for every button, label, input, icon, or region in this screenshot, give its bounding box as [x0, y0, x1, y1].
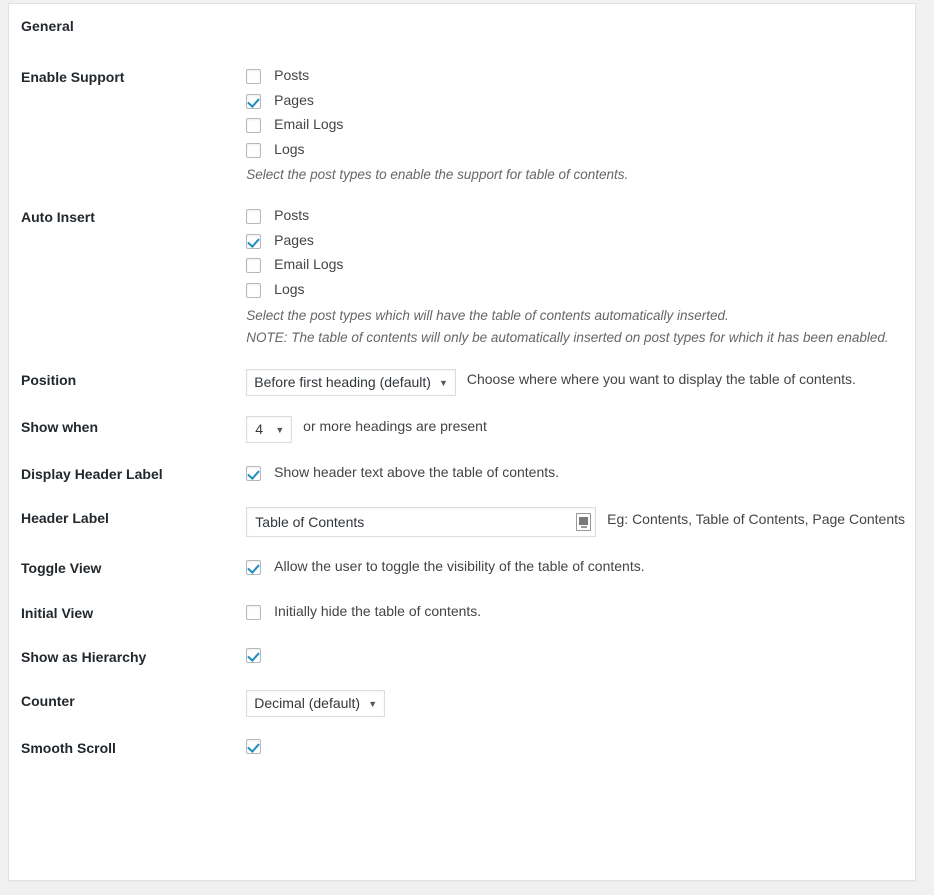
field-position: Before first heading (default) ▼ Choose …: [246, 359, 915, 406]
select-counter[interactable]: Decimal (default) ▼: [246, 689, 386, 717]
row-show-as-hierarchy: Show as Hierarchy: [9, 636, 915, 680]
label-show-when: Show when: [21, 418, 98, 435]
label-counter: Counter: [21, 692, 75, 709]
row-toggle-view: Toggle View Allow the user to toggle the…: [9, 547, 915, 592]
checkbox-row-auto-insert-logs[interactable]: Logs: [246, 280, 905, 301]
checkbox-row-enable-support-pages[interactable]: Pages: [246, 91, 905, 112]
checkbox-label-enable-support-logs: Logs: [274, 140, 305, 157]
checkbox-toggle-view[interactable]: [246, 560, 262, 576]
description-enable-support: Select the post types to enable the supp…: [246, 167, 629, 183]
field-toggle-view: Allow the user to toggle the visibility …: [246, 547, 915, 592]
general-settings-table: Enable Support Posts Pages Email Logs Lo…: [9, 56, 915, 770]
checkbox-row-enable-support-email-logs[interactable]: Email Logs: [246, 115, 905, 136]
checkbox-row-auto-insert-email-logs[interactable]: Email Logs: [246, 255, 905, 276]
checkbox-label-enable-support-email-logs: Email Logs: [274, 116, 344, 133]
row-auto-insert: Auto Insert Posts Pages Email Logs Logs …: [9, 196, 915, 358]
field-show-as-hierarchy: [246, 636, 915, 680]
chevron-down-icon: ▼: [439, 377, 448, 388]
select-position[interactable]: Before first heading (default) ▼: [246, 368, 456, 396]
chevron-down-icon: ▼: [368, 698, 378, 709]
checkbox-row-auto-insert-pages[interactable]: Pages: [246, 231, 905, 252]
field-display-header-label: Show header text above the table of cont…: [246, 453, 915, 498]
description-header-label: Eg: Contents, Table of Contents, Page Co…: [607, 510, 905, 527]
section-title-general: General: [21, 18, 74, 34]
checkbox-auto-insert-email-logs[interactable]: [246, 258, 262, 274]
checkbox-enable-support-email-logs[interactable]: [246, 118, 262, 134]
settings-panel: General Enable Support Posts Pages Email…: [8, 3, 916, 881]
description-show-when: or more headings are present: [303, 417, 487, 434]
note-auto-insert: NOTE: The table of contents will only be…: [246, 329, 889, 345]
header-label-input-wrapper: [246, 507, 597, 538]
label-show-as-hierarchy: Show as Hierarchy: [21, 649, 147, 666]
checkbox-label-display-header-label: Show header text above the table of cont…: [274, 463, 560, 480]
select-show-when-value: 4: [255, 420, 264, 437]
field-show-when: 4 ▼ or more headings are present: [246, 406, 915, 453]
select-counter-value: Decimal (default): [254, 694, 361, 711]
checkbox-initial-view[interactable]: [246, 604, 262, 620]
field-enable-support: Posts Pages Email Logs Logs Select the p…: [246, 56, 915, 196]
checkbox-row-toggle-view[interactable]: Allow the user to toggle the visibility …: [246, 557, 905, 578]
checkbox-auto-insert-pages[interactable]: [246, 233, 262, 249]
description-position: Choose where where you want to display t…: [466, 370, 856, 387]
checkbox-auto-insert-posts[interactable]: [246, 209, 262, 225]
row-display-header-label: Display Header Label Show header text ab…: [9, 453, 915, 498]
label-display-header-label: Display Header Label: [21, 465, 163, 482]
checkbox-enable-support-pages[interactable]: [246, 93, 262, 109]
checkbox-label-toggle-view: Allow the user to toggle the visibility …: [274, 558, 645, 575]
field-counter: Decimal (default) ▼: [246, 680, 915, 727]
row-counter: Counter Decimal (default) ▼: [9, 680, 915, 727]
row-enable-support: Enable Support Posts Pages Email Logs Lo…: [9, 56, 915, 196]
checkbox-row-enable-support-logs[interactable]: Logs: [246, 140, 905, 161]
checkbox-show-as-hierarchy[interactable]: [246, 648, 262, 664]
checkbox-label-auto-insert-posts: Posts: [274, 207, 310, 224]
checkbox-label-auto-insert-logs: Logs: [274, 281, 305, 298]
label-smooth-scroll: Smooth Scroll: [21, 739, 116, 756]
checkbox-enable-support-posts[interactable]: [246, 69, 262, 84]
description-auto-insert: Select the post types which will have th…: [246, 307, 729, 323]
checkbox-auto-insert-logs[interactable]: [246, 283, 262, 299]
checkbox-label-initial-view: Initially hide the table of contents.: [274, 602, 482, 619]
label-enable-support: Enable Support: [21, 69, 125, 85]
checkbox-row-auto-insert-posts[interactable]: Posts: [246, 206, 905, 227]
checkbox-row-display-header-label[interactable]: Show header text above the table of cont…: [246, 463, 905, 484]
field-header-label: Eg: Contents, Table of Contents, Page Co…: [246, 497, 915, 547]
field-auto-insert: Posts Pages Email Logs Logs Select the p…: [246, 196, 915, 358]
checkbox-label-auto-insert-email-logs: Email Logs: [274, 256, 344, 273]
header-label-input[interactable]: [246, 507, 597, 538]
label-header-label: Header Label: [21, 510, 109, 527]
field-smooth-scroll: [246, 727, 915, 771]
label-toggle-view: Toggle View: [21, 560, 102, 577]
chevron-down-icon: ▼: [275, 424, 285, 435]
checkbox-smooth-scroll[interactable]: [246, 738, 262, 754]
checkbox-label-enable-support-posts: Posts: [274, 67, 310, 83]
checkbox-row-initial-view[interactable]: Initially hide the table of contents.: [246, 602, 905, 623]
insert-media-icon[interactable]: [576, 513, 592, 532]
row-header-label: Header Label Eg: Contents, Table of Cont…: [9, 497, 915, 547]
select-show-when-count[interactable]: 4 ▼: [246, 415, 293, 443]
row-smooth-scroll: Smooth Scroll: [9, 727, 915, 771]
select-position-value: Before first heading (default): [254, 373, 431, 390]
checkbox-display-header-label[interactable]: [246, 465, 262, 481]
field-initial-view: Initially hide the table of contents.: [246, 592, 915, 637]
checkbox-label-auto-insert-pages: Pages: [274, 231, 314, 248]
row-show-when: Show when 4 ▼ or more headings are prese…: [9, 406, 915, 453]
label-initial-view: Initial View: [21, 604, 94, 621]
label-position: Position: [21, 371, 77, 388]
checkbox-row-smooth-scroll[interactable]: [246, 737, 905, 757]
row-initial-view: Initial View Initially hide the table of…: [9, 592, 915, 637]
checkbox-row-show-as-hierarchy[interactable]: [246, 646, 905, 666]
label-auto-insert: Auto Insert: [21, 209, 95, 226]
checkbox-label-enable-support-pages: Pages: [274, 91, 314, 108]
checkbox-row-enable-support-posts[interactable]: Posts: [246, 66, 905, 87]
row-position: Position Before first heading (default) …: [9, 359, 915, 406]
checkbox-enable-support-logs[interactable]: [246, 142, 262, 158]
